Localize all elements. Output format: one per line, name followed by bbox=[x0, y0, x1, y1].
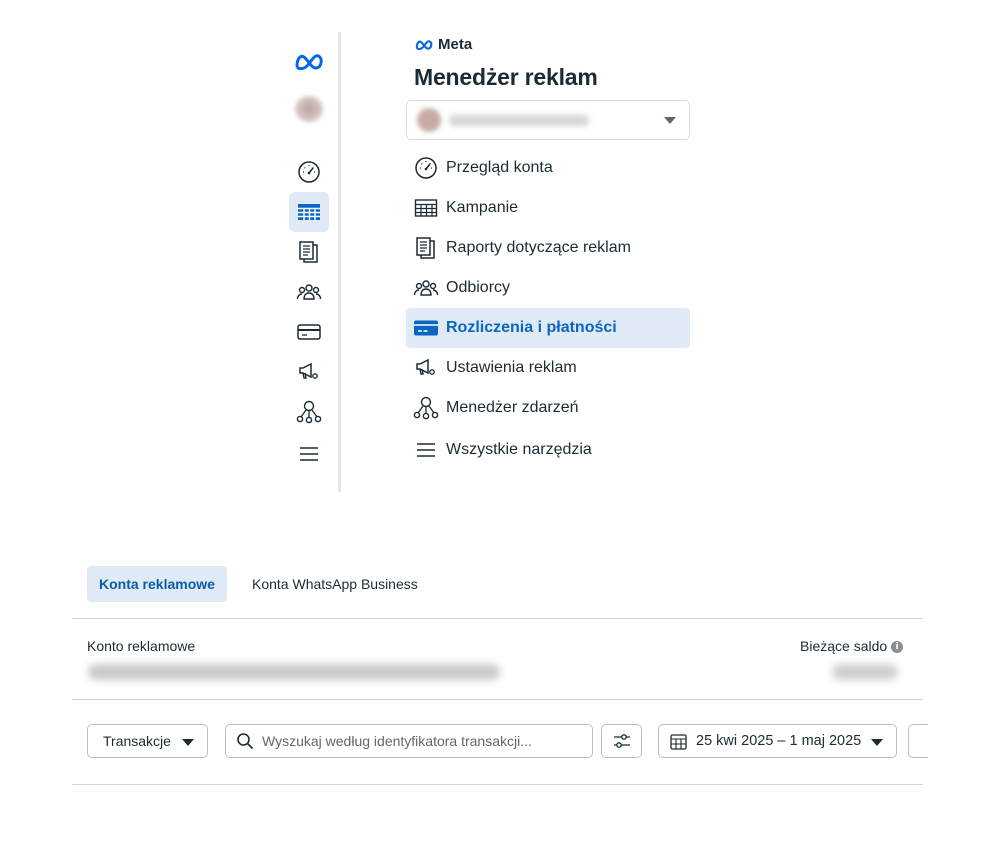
account-selector[interactable] bbox=[406, 100, 690, 140]
account-name-redacted bbox=[449, 115, 589, 126]
caret-down-icon bbox=[182, 739, 194, 746]
menu-item-account-overview[interactable]: Przegląd konta bbox=[406, 148, 690, 188]
sliders-filter-icon bbox=[613, 734, 630, 748]
megaphone-settings-icon bbox=[406, 357, 446, 379]
divider bbox=[72, 784, 923, 785]
divider bbox=[72, 618, 923, 619]
menu-item-label: Wszystkie narzędzia bbox=[446, 441, 592, 458]
events-tree-icon bbox=[406, 396, 446, 420]
menu-item-campaigns[interactable]: Kampanie bbox=[406, 188, 690, 228]
menu-item-label: Odbiorcy bbox=[446, 279, 511, 296]
meta-logo-icon[interactable] bbox=[289, 42, 329, 82]
rail-events-icon[interactable] bbox=[289, 392, 329, 432]
caret-down-icon bbox=[871, 739, 883, 746]
balance-label-wrap: Bieżące saldo i bbox=[800, 638, 904, 654]
account-value-redacted bbox=[88, 664, 500, 680]
divider bbox=[72, 699, 923, 700]
transaction-search-box[interactable] bbox=[225, 724, 593, 758]
calendar-icon bbox=[670, 733, 687, 750]
account-label: Konto reklamowe bbox=[87, 638, 196, 654]
search-icon bbox=[237, 733, 254, 750]
transaction-type-label: Transakcje bbox=[103, 733, 171, 749]
menu-item-ad-settings[interactable]: Ustawienia reklam bbox=[406, 348, 690, 388]
info-icon[interactable]: i bbox=[891, 641, 904, 654]
dashboard-gauge-icon bbox=[406, 156, 446, 180]
rail-ad-settings-icon[interactable] bbox=[289, 352, 329, 392]
menu-item-audiences[interactable]: Odbiorcy bbox=[406, 268, 690, 308]
brand-name: Meta bbox=[438, 36, 473, 53]
rail-audience-icon[interactable] bbox=[289, 272, 329, 312]
rail-reports-icon[interactable] bbox=[289, 232, 329, 272]
rail-campaigns-icon[interactable] bbox=[289, 192, 329, 232]
chevron-down-icon bbox=[664, 117, 676, 124]
menu-item-label: Menedżer zdarzeń bbox=[446, 399, 579, 416]
menu-item-ad-reports[interactable]: Raporty dotyczące reklam bbox=[406, 228, 690, 268]
menu-item-events-manager[interactable]: Menedżer zdarzeń bbox=[406, 388, 690, 428]
table-grid-icon bbox=[406, 198, 446, 218]
menu-item-label: Ustawienia reklam bbox=[446, 359, 577, 376]
date-range-picker[interactable]: 25 kwi 2025 – 1 maj 2025 bbox=[658, 724, 897, 758]
meta-logo-small-icon bbox=[415, 39, 433, 50]
business-avatar[interactable] bbox=[295, 96, 323, 122]
filter-button[interactable] bbox=[601, 724, 642, 758]
menu-item-billing-payments[interactable]: Rozliczenia i płatności bbox=[406, 308, 690, 348]
menu-item-label: Rozliczenia i płatności bbox=[446, 319, 617, 336]
more-controls-button[interactable] bbox=[908, 724, 928, 758]
tab-whatsapp-accounts[interactable]: Konta WhatsApp Business bbox=[240, 566, 430, 602]
menu-item-label: Kampanie bbox=[446, 199, 519, 216]
search-input[interactable] bbox=[260, 732, 584, 750]
account-avatar bbox=[417, 108, 441, 132]
audience-icon bbox=[406, 278, 446, 298]
page-title: Menedżer reklam bbox=[414, 64, 598, 90]
menu-item-label: Przegląd konta bbox=[446, 159, 553, 176]
credit-card-icon bbox=[406, 319, 446, 337]
tab-ad-accounts[interactable]: Konta reklamowe bbox=[87, 566, 227, 602]
date-range-label: 25 kwi 2025 – 1 maj 2025 bbox=[696, 733, 862, 749]
hamburger-menu-icon bbox=[406, 441, 446, 459]
reports-icon bbox=[406, 236, 446, 260]
rail-all-tools-icon[interactable] bbox=[289, 434, 329, 474]
transaction-type-select[interactable]: Transakcje bbox=[87, 724, 208, 758]
rail-divider bbox=[338, 32, 341, 492]
meta-brand: Meta bbox=[414, 36, 472, 53]
rail-gauge-icon[interactable] bbox=[289, 152, 329, 192]
menu-item-all-tools[interactable]: Wszystkie narzędzia bbox=[406, 430, 690, 470]
menu-item-label: Raporty dotyczące reklam bbox=[446, 239, 631, 256]
balance-value-redacted bbox=[832, 664, 898, 680]
balance-label: Bieżące saldo bbox=[800, 638, 888, 654]
rail-billing-icon[interactable] bbox=[289, 312, 329, 352]
